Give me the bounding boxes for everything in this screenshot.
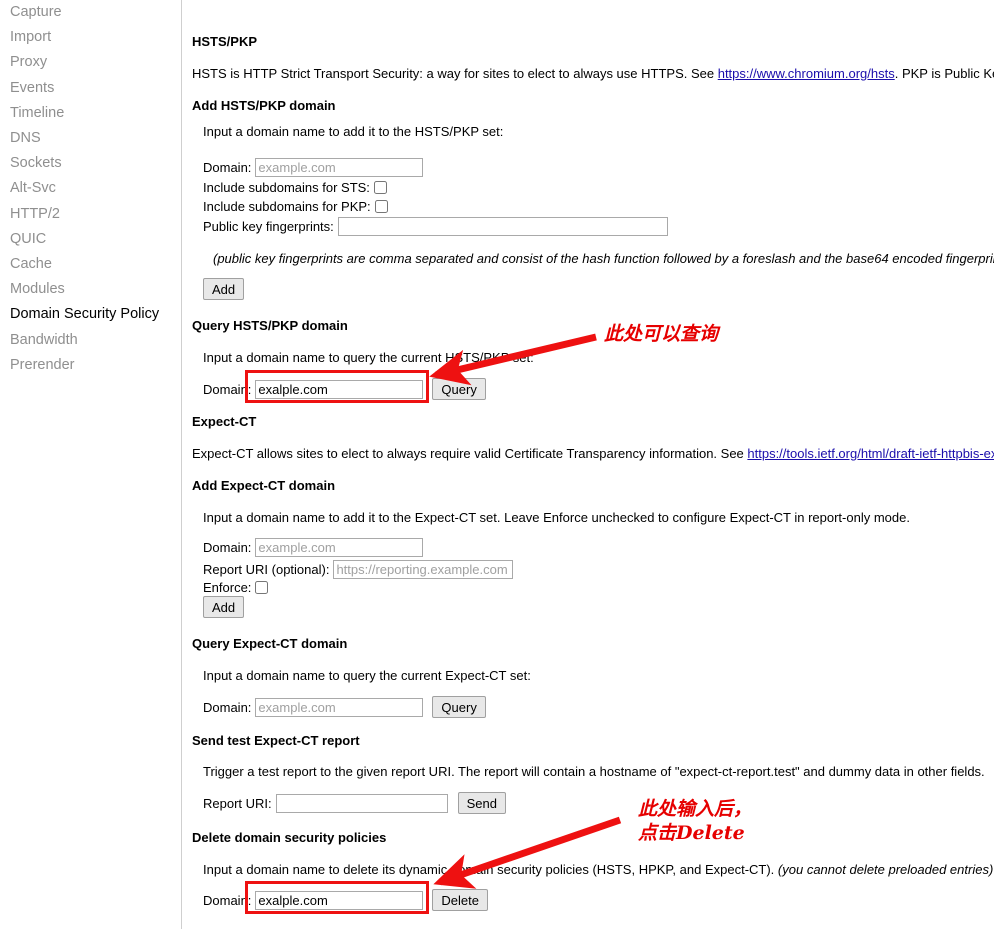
- hsts-description: HSTS is HTTP Strict Transport Security: …: [192, 66, 994, 81]
- hsts-description-text-before: HSTS is HTTP Strict Transport Security: …: [192, 66, 718, 81]
- add-expect-ct-enforce-row: Enforce:: [203, 580, 269, 595]
- expect-ct-spec-link[interactable]: https://tools.ietf.org/html/draft-ietf-h…: [747, 446, 994, 461]
- delete-policies-instruction: Input a domain name to delete its dynami…: [203, 862, 994, 877]
- add-hsts-instruction: Input a domain name to add it to the HST…: [203, 124, 504, 139]
- delete-domain-label: Domain:: [203, 892, 252, 908]
- add-expect-ct-domain-label: Domain:: [203, 540, 252, 555]
- query-expect-ct-domain-label: Domain:: [203, 699, 252, 715]
- add-expect-ct-domain-input[interactable]: [255, 538, 424, 557]
- net-internals-page: Capture Import Proxy Events Timeline DNS…: [0, 0, 994, 929]
- sidebar-item-dns[interactable]: DNS: [0, 126, 181, 151]
- sidebar-item-events[interactable]: Events: [0, 76, 181, 101]
- send-report-uri-label: Report URI:: [203, 795, 272, 811]
- delete-domain-button[interactable]: Delete: [432, 889, 488, 911]
- add-expect-ct-button[interactable]: Add: [203, 596, 245, 618]
- add-hsts-heading: Add HSTS/PKP domain: [192, 98, 336, 113]
- add-hsts-sts-row: Include subdomains for STS:: [203, 180, 387, 195]
- hsts-pkp-heading: HSTS/PKP: [192, 34, 258, 49]
- query-expect-ct-button[interactable]: Query: [432, 696, 486, 718]
- hsts-chromium-link[interactable]: https://www.chromium.org/hsts: [718, 66, 895, 81]
- include-subdomains-sts-label: Include subdomains for STS:: [203, 180, 370, 195]
- sidebar-item-proxy[interactable]: Proxy: [0, 50, 181, 75]
- include-subdomains-pkp-checkbox[interactable]: [374, 200, 388, 213]
- delete-domain-input[interactable]: [255, 890, 424, 910]
- add-hsts-pkp-row: Include subdomains for PKP:: [203, 199, 388, 214]
- add-hsts-domain-input[interactable]: [255, 158, 424, 177]
- delete-domain-row: Domain: Delete: [203, 889, 488, 911]
- delete-policies-heading: Delete domain security policies: [192, 830, 387, 845]
- enforce-label: Enforce:: [203, 580, 252, 595]
- sidebar-item-sockets[interactable]: Sockets: [0, 151, 181, 176]
- delete-policies-instruction-italic: (you cannot delete preloaded entries): [777, 862, 994, 877]
- public-key-fingerprints-input[interactable]: [337, 217, 668, 236]
- add-hsts-fingerprints-row: Public key fingerprints:: [203, 217, 668, 236]
- add-expect-ct-report-uri-row: Report URI (optional):: [203, 560, 514, 579]
- add-expect-ct-report-uri-label: Report URI (optional):: [203, 562, 330, 577]
- hsts-description-text-after: . PKP is Public Key Pinning: a way: [894, 66, 994, 81]
- query-hsts-domain-label: Domain:: [203, 381, 252, 397]
- sidebar-item-capture[interactable]: Capture: [0, 0, 181, 25]
- query-hsts-domain-input[interactable]: [255, 379, 424, 399]
- delete-policies-instruction-plain: Input a domain name to delete its dynami…: [203, 862, 778, 877]
- add-hsts-button[interactable]: Add: [203, 278, 245, 300]
- sidebar-item-quic[interactable]: QUIC: [0, 227, 181, 252]
- sidebar-item-alt-svc[interactable]: Alt-Svc: [0, 176, 181, 201]
- send-test-report-row: Report URI: Send: [203, 792, 507, 814]
- add-expect-ct-domain-row: Domain:: [203, 538, 424, 557]
- sidebar-item-modules[interactable]: Modules: [0, 277, 181, 302]
- enforce-checkbox[interactable]: [255, 581, 269, 594]
- query-hsts-instruction: Input a domain name to query the current…: [203, 350, 534, 365]
- sidebar-item-prerender[interactable]: Prerender: [0, 353, 181, 378]
- query-hsts-heading: Query HSTS/PKP domain: [192, 318, 348, 333]
- sidebar-item-cache[interactable]: Cache: [0, 252, 181, 277]
- include-subdomains-pkp-label: Include subdomains for PKP:: [203, 199, 371, 214]
- send-report-uri-input[interactable]: [275, 793, 448, 813]
- add-hsts-domain-row: Domain:: [203, 158, 424, 177]
- sidebar-item-bandwidth[interactable]: Bandwidth: [0, 328, 181, 353]
- public-key-fingerprints-label: Public key fingerprints:: [203, 219, 334, 234]
- sidebar: Capture Import Proxy Events Timeline DNS…: [0, 0, 182, 929]
- query-expect-ct-domain-input[interactable]: [255, 697, 424, 717]
- expect-ct-heading: Expect-CT: [192, 414, 257, 429]
- sidebar-item-timeline[interactable]: Timeline: [0, 101, 181, 126]
- send-report-button[interactable]: Send: [457, 792, 507, 814]
- sidebar-item-domain-security-policy[interactable]: Domain Security Policy: [0, 302, 181, 327]
- main-content: HSTS/PKP HSTS is HTTP Strict Transport S…: [182, 0, 994, 929]
- sidebar-item-http2[interactable]: HTTP/2: [0, 202, 181, 227]
- send-test-report-heading: Send test Expect-CT report: [192, 733, 360, 748]
- add-expect-ct-heading: Add Expect-CT domain: [192, 478, 336, 493]
- query-hsts-domain-row: Domain: Query: [203, 378, 486, 400]
- include-subdomains-sts-checkbox[interactable]: [373, 181, 387, 194]
- add-expect-ct-instruction: Input a domain name to add it to the Exp…: [203, 510, 910, 525]
- sidebar-item-import[interactable]: Import: [0, 25, 181, 50]
- add-expect-ct-report-uri-input[interactable]: [333, 560, 514, 579]
- expect-ct-description-text-before: Expect-CT allows sites to elect to alway…: [192, 446, 748, 461]
- query-hsts-button[interactable]: Query: [432, 378, 486, 400]
- add-hsts-domain-label: Domain:: [203, 160, 252, 175]
- send-test-report-instruction: Trigger a test report to the given repor…: [203, 764, 985, 779]
- query-expect-ct-instruction: Input a domain name to query the current…: [203, 668, 531, 683]
- expect-ct-description: Expect-CT allows sites to elect to alway…: [192, 446, 994, 461]
- query-expect-ct-heading: Query Expect-CT domain: [192, 636, 348, 651]
- query-expect-ct-domain-row: Domain: Query: [203, 696, 486, 718]
- fingerprints-note: (public key fingerprints are comma separ…: [213, 251, 994, 266]
